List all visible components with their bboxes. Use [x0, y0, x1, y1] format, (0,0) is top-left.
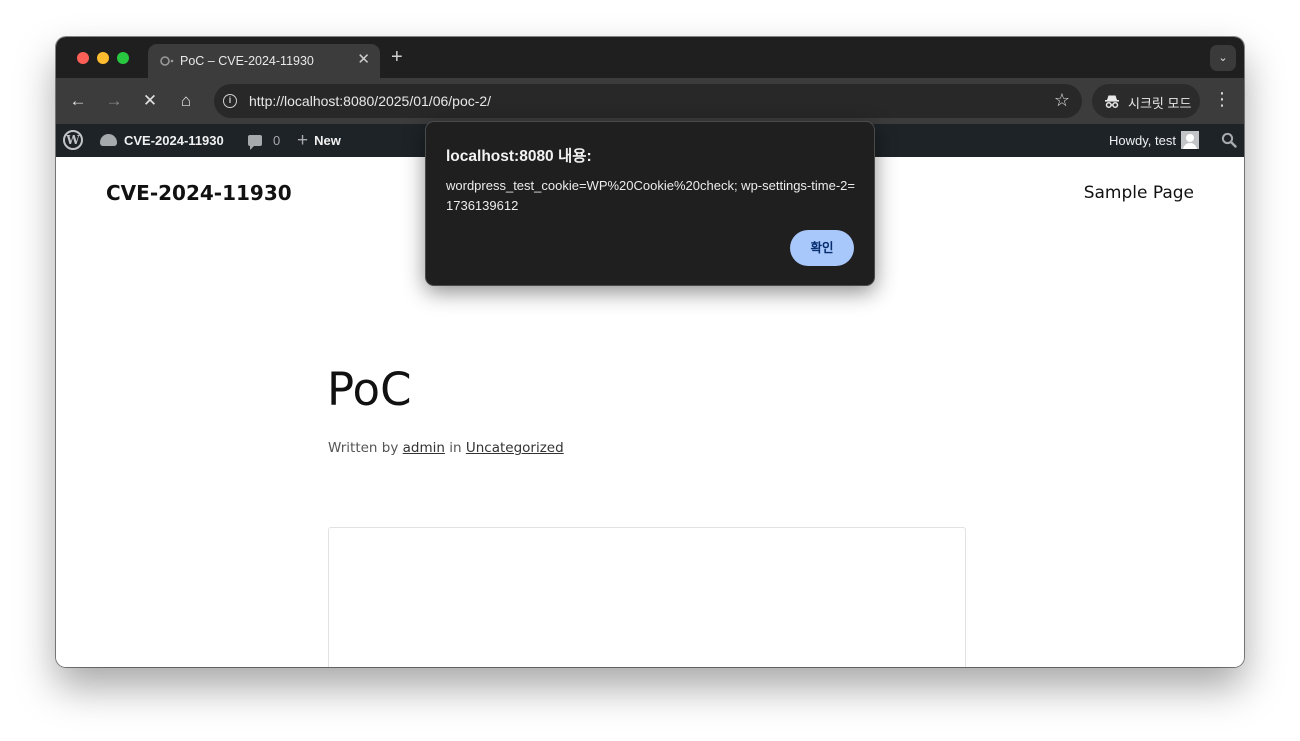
site-info-icon[interactable]: i	[223, 94, 237, 108]
tab-close-icon[interactable]: ✕	[357, 52, 370, 68]
tab-search-button[interactable]: ⌄	[1210, 45, 1236, 71]
browser-window: PoC – CVE-2024-11930 ✕ + ⌄ ← → ✕ ⌂ i loc…	[56, 37, 1244, 667]
howdy-label: Howdy, test	[1109, 133, 1176, 148]
dashboard-icon	[100, 134, 117, 146]
comments-count: 0	[273, 133, 281, 148]
new-tab-button[interactable]: +	[391, 46, 403, 68]
url-value: http://localhost:8080/2025/01/06/poc-2/	[249, 93, 492, 109]
url-text[interactable]: localhosthttp://localhost:8080/2025/01/0…	[249, 93, 491, 109]
loading-icon	[160, 56, 174, 66]
back-button[interactable]: ←	[68, 91, 88, 111]
maximize-window-button[interactable]	[117, 52, 129, 64]
incognito-icon	[1105, 95, 1119, 109]
stop-button[interactable]: ✕	[140, 91, 160, 111]
search-icon[interactable]	[1221, 132, 1237, 148]
alert-ok-button[interactable]: 확인	[790, 230, 854, 266]
alert-message: wordpress_test_cookie=WP%20Cookie%20chec…	[446, 178, 855, 213]
alert-dialog: localhost:8080 내용: wordpress_test_cookie…	[425, 121, 875, 286]
new-label: New	[314, 133, 341, 148]
incognito-label: 시크릿 모드	[1128, 96, 1192, 111]
tab-active[interactable]: PoC – CVE-2024-11930 ✕	[148, 44, 380, 78]
post-title: PoC	[327, 363, 412, 416]
meta-written-by: Written by	[328, 440, 399, 456]
close-window-button[interactable]	[77, 52, 89, 64]
tab-strip: PoC – CVE-2024-11930 ✕ + ⌄	[56, 37, 1244, 78]
category-link[interactable]: Uncategorized	[466, 440, 564, 456]
meta-in: in	[449, 440, 462, 456]
comment-icon	[248, 135, 262, 150]
author-link[interactable]: admin	[403, 440, 445, 456]
admin-bar-site-name[interactable]: CVE-2024-11930	[100, 124, 224, 157]
avatar	[1180, 131, 1199, 149]
minimize-window-button[interactable]	[97, 52, 109, 64]
admin-bar-comments[interactable]: 0	[248, 124, 280, 157]
address-bar[interactable]: i localhosthttp://localhost:8080/2025/01…	[214, 84, 1082, 118]
post-embed-frame	[328, 527, 966, 667]
bookmark-star-icon[interactable]: ☆	[1054, 90, 1070, 111]
home-button[interactable]: ⌂	[176, 91, 196, 111]
alert-title: localhost:8080 내용:	[446, 148, 592, 165]
admin-bar-account[interactable]: Howdy, test	[1109, 124, 1199, 157]
tab-title: PoC – CVE-2024-11930	[180, 54, 314, 68]
browser-toolbar: ← → ✕ ⌂ i localhosthttp://localhost:8080…	[56, 78, 1244, 124]
admin-bar-new[interactable]: + New	[297, 124, 341, 157]
incognito-badge[interactable]: 시크릿 모드	[1092, 84, 1200, 118]
post-meta: Written by admin in Uncategorized	[328, 440, 564, 456]
site-title[interactable]: CVE-2024-11930	[106, 181, 292, 205]
more-menu-icon[interactable]: ⋮	[1212, 89, 1232, 113]
nav-item-sample-page[interactable]: Sample Page	[1084, 183, 1194, 203]
plus-icon: +	[297, 130, 309, 151]
forward-button[interactable]: →	[104, 91, 124, 111]
site-name-label: CVE-2024-11930	[124, 133, 224, 148]
wordpress-logo-icon[interactable]: W	[63, 130, 83, 150]
